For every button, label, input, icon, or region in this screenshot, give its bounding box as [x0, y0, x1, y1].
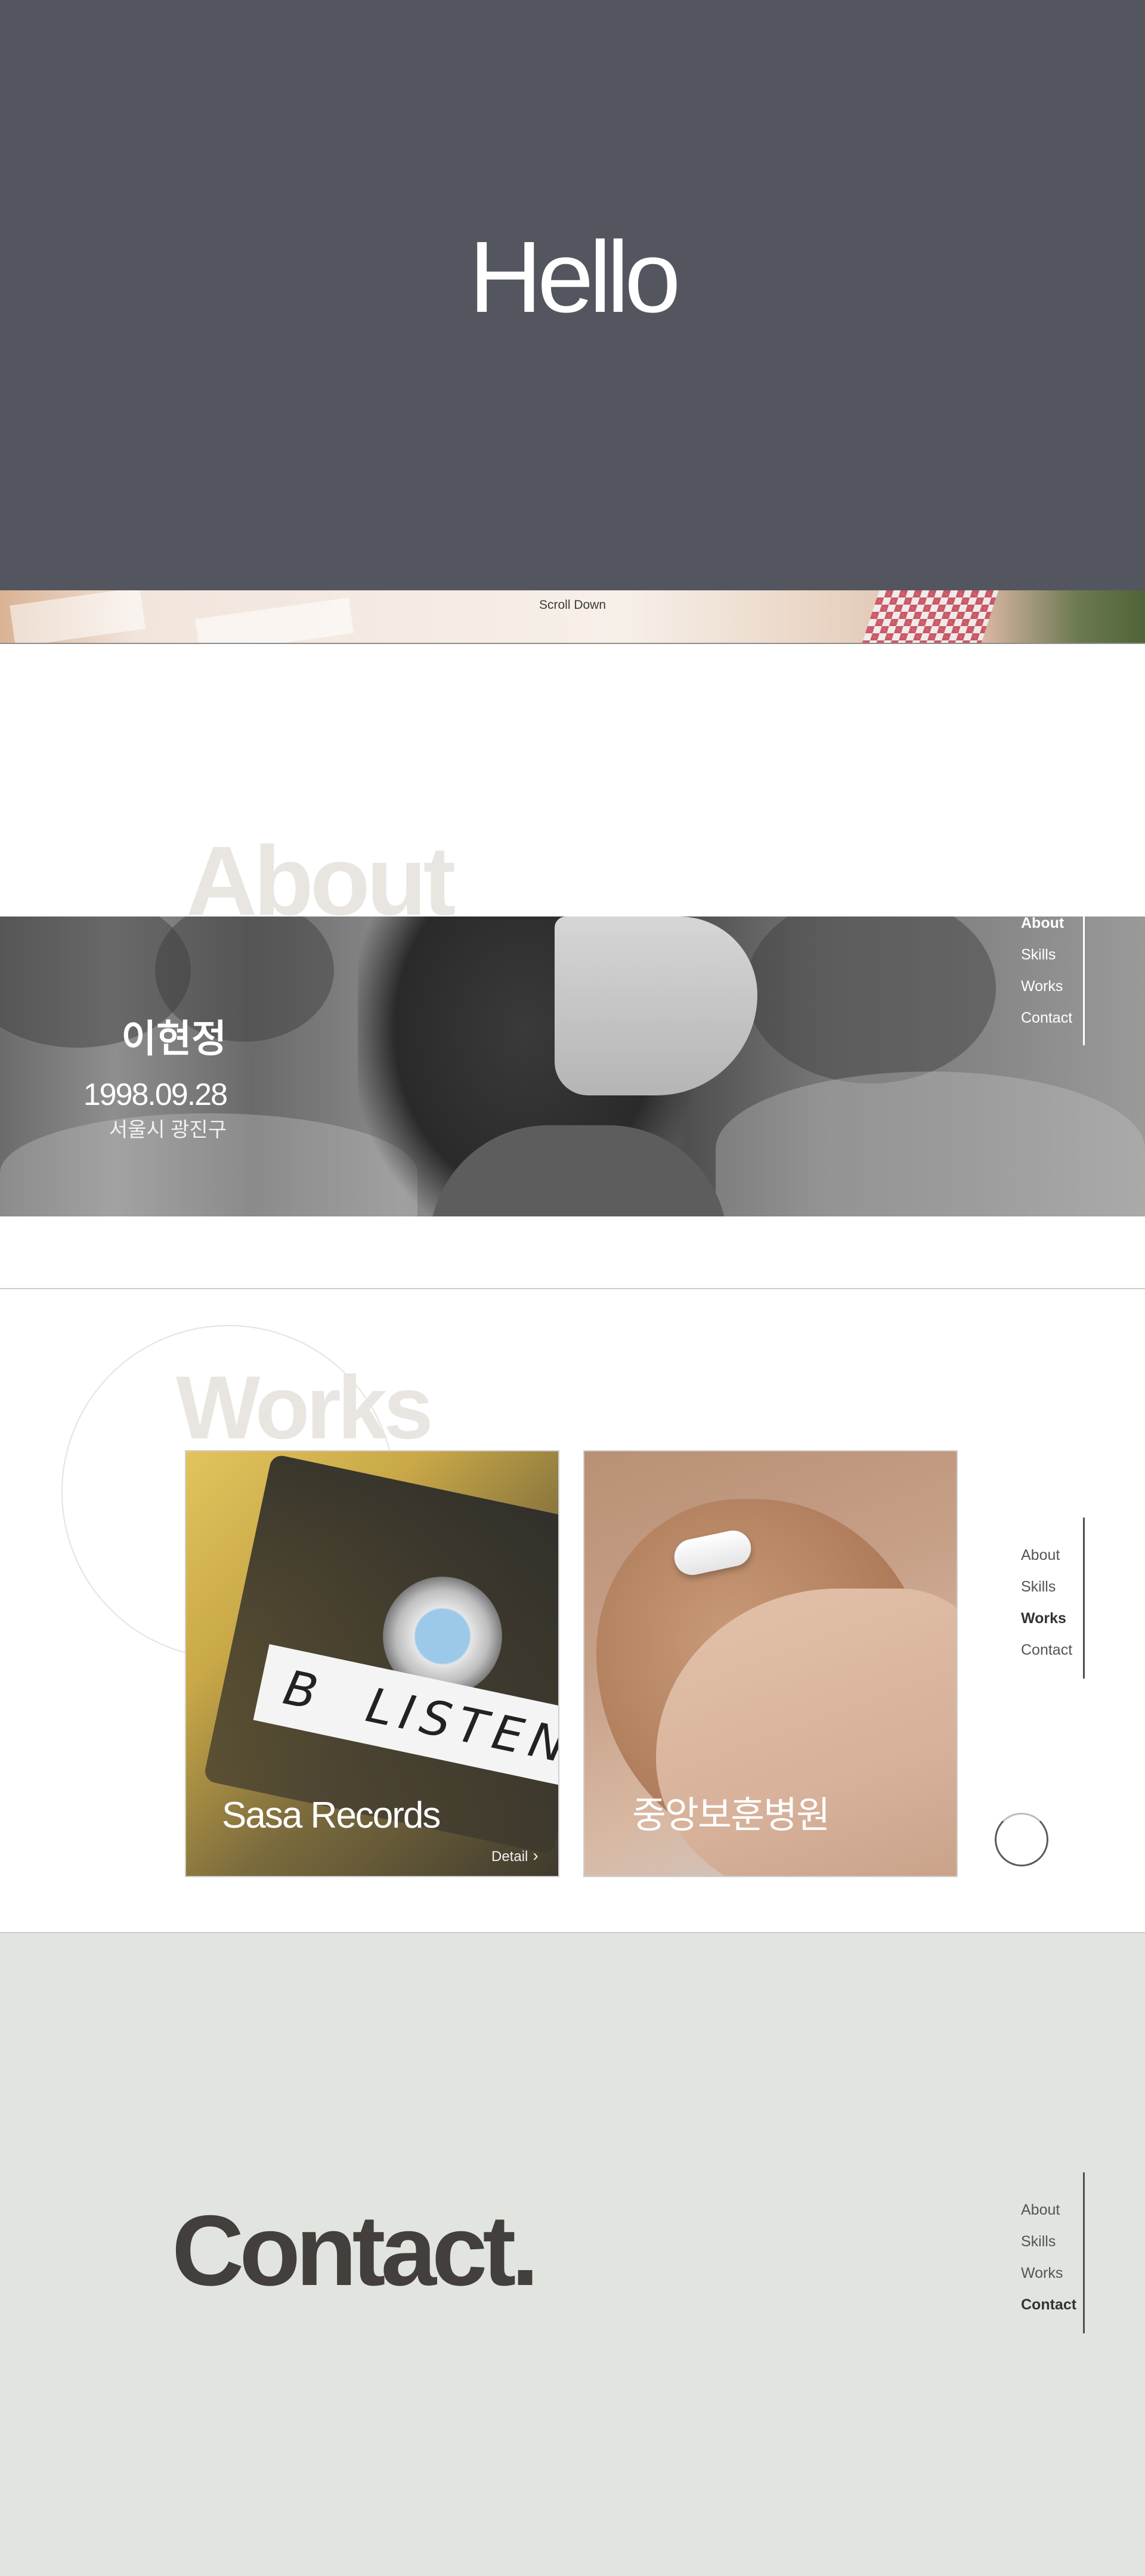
nav-item-about[interactable]: About	[1021, 2201, 1060, 2219]
section-divider	[0, 1288, 1145, 1289]
work-card-detail-link[interactable]: Detail ›	[491, 1846, 539, 1865]
nav-item-skills[interactable]: Skills	[1021, 946, 1056, 964]
work-card-hospital[interactable]: 중앙보훈병원	[583, 1450, 958, 1877]
nav-item-skills[interactable]: Skills	[1021, 1578, 1056, 1596]
nav-indicator-line	[1083, 914, 1085, 1045]
nav-item-works[interactable]: Works	[1021, 2264, 1063, 2282]
nav-item-contact[interactable]: Contact	[1021, 1641, 1072, 1659]
detail-label: Detail	[491, 1849, 528, 1865]
contact-heading: Contact.	[172, 2194, 539, 2306]
nav-item-contact[interactable]: Contact	[1021, 2296, 1076, 2314]
about-photo	[0, 917, 1145, 1216]
nav-item-skills[interactable]: Skills	[1021, 2233, 1056, 2250]
side-nav-about-section: About Skills Works Contact	[1014, 914, 1085, 1045]
work-card-title: Sasa Records	[222, 1795, 441, 1836]
nav-item-about[interactable]: About	[1021, 914, 1064, 932]
hero-title: Hello	[469, 221, 680, 334]
nav-item-works[interactable]: Works	[1021, 977, 1063, 995]
nav-item-works[interactable]: Works	[1021, 1609, 1066, 1627]
side-nav-works-section: About Skills Works Contact	[1014, 1518, 1085, 1679]
nav-item-contact[interactable]: Contact	[1021, 1009, 1072, 1027]
circle-loader-icon	[995, 1813, 1048, 1866]
work-card-title: 중앙보훈병원	[632, 1795, 830, 1836]
tree-shape	[745, 917, 996, 1083]
nav-indicator-line	[1083, 1518, 1085, 1679]
about-heading: About	[186, 826, 456, 936]
works-heading: Works	[176, 1357, 434, 1457]
side-nav-contact-section: About Skills Works Contact	[1014, 2172, 1085, 2333]
chevron-right-icon: ›	[533, 1846, 539, 1865]
scroll-down-label[interactable]: Scroll Down	[0, 598, 1145, 612]
grass-shape	[716, 1072, 1145, 1216]
about-birthdate: 1998.09.28	[83, 1078, 228, 1112]
about-location: 서울시 광진구	[109, 1119, 227, 1141]
nav-item-about[interactable]: About	[1021, 1546, 1060, 1564]
work-card-sasa-records[interactable]: B LISTEN Sasa Records Detail ›	[185, 1450, 559, 1877]
nav-indicator-line	[1083, 2172, 1085, 2333]
about-name: 이현정	[121, 1017, 227, 1060]
portrait-face	[555, 917, 757, 1095]
